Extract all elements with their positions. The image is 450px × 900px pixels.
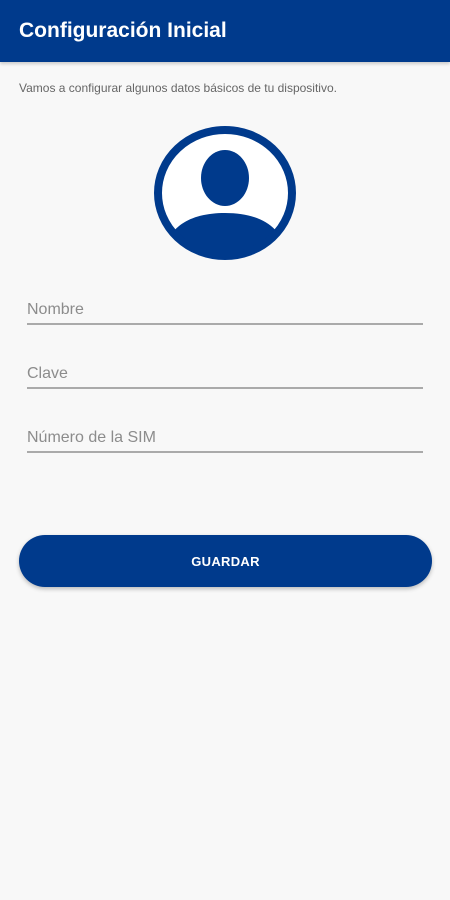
- key-input[interactable]: [27, 365, 423, 383]
- intro-text: Vamos a configurar algunos datos básicos…: [19, 81, 337, 95]
- save-button[interactable]: GUARDAR: [19, 535, 432, 587]
- key-field[interactable]: [27, 347, 423, 389]
- sim-number-field[interactable]: [27, 411, 423, 453]
- user-avatar-icon[interactable]: [151, 123, 299, 263]
- name-field[interactable]: [27, 283, 423, 325]
- app-bar: Configuración Inicial: [0, 0, 450, 62]
- name-input[interactable]: [27, 301, 423, 319]
- page-title: Configuración Inicial: [19, 19, 227, 42]
- sim-number-input[interactable]: [27, 429, 423, 447]
